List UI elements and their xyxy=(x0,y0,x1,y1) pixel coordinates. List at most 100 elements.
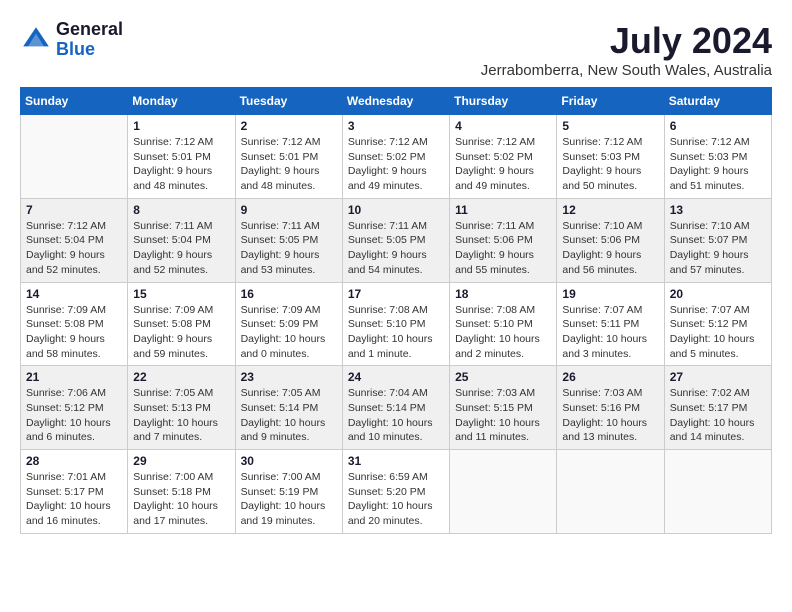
day-info: Sunrise: 7:08 AMSunset: 5:10 PMDaylight:… xyxy=(455,303,551,362)
day-number: 7 xyxy=(26,203,122,217)
day-info: Sunrise: 7:09 AMSunset: 5:08 PMDaylight:… xyxy=(133,303,229,362)
calendar-cell xyxy=(450,450,557,534)
calendar-cell: 22 Sunrise: 7:05 AMSunset: 5:13 PMDayligh… xyxy=(128,366,235,450)
calendar-table: SundayMondayTuesdayWednesdayThursdayFrid… xyxy=(20,87,772,534)
calendar-week-row: 7 Sunrise: 7:12 AMSunset: 5:04 PMDaylight… xyxy=(21,198,772,282)
day-info: Sunrise: 7:03 AMSunset: 5:15 PMDaylight:… xyxy=(455,386,551,445)
logo: General Blue xyxy=(20,20,123,60)
logo-general: General xyxy=(56,20,123,40)
day-info: Sunrise: 6:59 AMSunset: 5:20 PMDaylight:… xyxy=(348,470,444,529)
weekday-header: Saturday xyxy=(664,88,771,115)
day-number: 17 xyxy=(348,287,444,301)
calendar-cell xyxy=(664,450,771,534)
calendar-cell: 12 Sunrise: 7:10 AMSunset: 5:06 PMDayligh… xyxy=(557,198,664,282)
calendar-cell: 11Sunrise: 7:11 AMSunset: 5:06 PMDayligh… xyxy=(450,198,557,282)
weekday-header: Friday xyxy=(557,88,664,115)
day-info: Sunrise: 7:09 AMSunset: 5:08 PMDaylight:… xyxy=(26,303,122,362)
day-info: Sunrise: 7:11 AMSunset: 5:05 PMDaylight:… xyxy=(348,219,444,278)
calendar-header-row: SundayMondayTuesdayWednesdayThursdayFrid… xyxy=(21,88,772,115)
calendar-cell: 31Sunrise: 6:59 AMSunset: 5:20 PMDayligh… xyxy=(342,450,449,534)
day-number: 1 xyxy=(133,119,229,133)
day-info: Sunrise: 7:02 AMSunset: 5:17 PMDaylight:… xyxy=(670,386,766,445)
calendar-week-row: 21 Sunrise: 7:06 AMSunset: 5:12 PMDayligh… xyxy=(21,366,772,450)
day-number: 30 xyxy=(241,454,337,468)
day-info: Sunrise: 7:05 AMSunset: 5:13 PMDaylight:… xyxy=(133,386,229,445)
day-info: Sunrise: 7:01 AMSunset: 5:17 PMDaylight:… xyxy=(26,470,122,529)
calendar-cell: 16 Sunrise: 7:09 AMSunset: 5:09 PMDayligh… xyxy=(235,282,342,366)
location: Jerrabomberra, New South Wales, Australi… xyxy=(481,62,772,79)
day-info: Sunrise: 7:07 AMSunset: 5:12 PMDaylight:… xyxy=(670,303,766,362)
day-number: 6 xyxy=(670,119,766,133)
day-info: Sunrise: 7:09 AMSunset: 5:09 PMDaylight:… xyxy=(241,303,337,362)
day-info: Sunrise: 7:04 AMSunset: 5:14 PMDaylight:… xyxy=(348,386,444,445)
calendar-cell: 24 Sunrise: 7:04 AMSunset: 5:14 PMDayligh… xyxy=(342,366,449,450)
day-info: Sunrise: 7:12 AMSunset: 5:03 PMDaylight:… xyxy=(670,135,766,194)
day-info: Sunrise: 7:12 AMSunset: 5:03 PMDaylight:… xyxy=(562,135,658,194)
day-number: 5 xyxy=(562,119,658,133)
day-number: 20 xyxy=(670,287,766,301)
calendar-cell: 6 Sunrise: 7:12 AMSunset: 5:03 PMDaylight… xyxy=(664,115,771,199)
page-header: General Blue July 2024 Jerrabomberra, Ne… xyxy=(20,20,772,79)
calendar-cell: 1 Sunrise: 7:12 AMSunset: 5:01 PMDaylight… xyxy=(128,115,235,199)
day-info: Sunrise: 7:06 AMSunset: 5:12 PMDaylight:… xyxy=(26,386,122,445)
day-number: 29 xyxy=(133,454,229,468)
day-number: 14 xyxy=(26,287,122,301)
calendar-cell xyxy=(557,450,664,534)
calendar-cell: 27 Sunrise: 7:02 AMSunset: 5:17 PMDayligh… xyxy=(664,366,771,450)
day-number: 16 xyxy=(241,287,337,301)
day-number: 13 xyxy=(670,203,766,217)
day-number: 25 xyxy=(455,370,551,384)
day-info: Sunrise: 7:00 AMSunset: 5:18 PMDaylight:… xyxy=(133,470,229,529)
day-info: Sunrise: 7:12 AMSunset: 5:01 PMDaylight:… xyxy=(241,135,337,194)
day-info: Sunrise: 7:12 AMSunset: 5:02 PMDaylight:… xyxy=(455,135,551,194)
day-number: 23 xyxy=(241,370,337,384)
day-number: 8 xyxy=(133,203,229,217)
calendar-week-row: 1 Sunrise: 7:12 AMSunset: 5:01 PMDaylight… xyxy=(21,115,772,199)
day-number: 28 xyxy=(26,454,122,468)
calendar-cell: 20 Sunrise: 7:07 AMSunset: 5:12 PMDayligh… xyxy=(664,282,771,366)
calendar-cell: 17 Sunrise: 7:08 AMSunset: 5:10 PMDayligh… xyxy=(342,282,449,366)
day-info: Sunrise: 7:11 AMSunset: 5:04 PMDaylight:… xyxy=(133,219,229,278)
calendar-cell: 8 Sunrise: 7:11 AMSunset: 5:04 PMDaylight… xyxy=(128,198,235,282)
day-number: 2 xyxy=(241,119,337,133)
logo-text: General Blue xyxy=(56,20,123,60)
day-info: Sunrise: 7:03 AMSunset: 5:16 PMDaylight:… xyxy=(562,386,658,445)
day-number: 12 xyxy=(562,203,658,217)
day-info: Sunrise: 7:10 AMSunset: 5:06 PMDaylight:… xyxy=(562,219,658,278)
calendar-cell: 7 Sunrise: 7:12 AMSunset: 5:04 PMDaylight… xyxy=(21,198,128,282)
day-info: Sunrise: 7:12 AMSunset: 5:04 PMDaylight:… xyxy=(26,219,122,278)
day-number: 10 xyxy=(348,203,444,217)
day-info: Sunrise: 7:10 AMSunset: 5:07 PMDaylight:… xyxy=(670,219,766,278)
day-number: 4 xyxy=(455,119,551,133)
logo-blue: Blue xyxy=(56,40,123,60)
weekday-header: Monday xyxy=(128,88,235,115)
day-number: 19 xyxy=(562,287,658,301)
calendar-cell: 25 Sunrise: 7:03 AMSunset: 5:15 PMDayligh… xyxy=(450,366,557,450)
day-info: Sunrise: 7:07 AMSunset: 5:11 PMDaylight:… xyxy=(562,303,658,362)
day-info: Sunrise: 7:05 AMSunset: 5:14 PMDaylight:… xyxy=(241,386,337,445)
calendar-cell: 14 Sunrise: 7:09 AMSunset: 5:08 PMDayligh… xyxy=(21,282,128,366)
title-block: July 2024 Jerrabomberra, New South Wales… xyxy=(481,20,772,79)
calendar-cell: 29 Sunrise: 7:00 AMSunset: 5:18 PMDayligh… xyxy=(128,450,235,534)
day-number: 24 xyxy=(348,370,444,384)
calendar-cell: 19 Sunrise: 7:07 AMSunset: 5:11 PMDayligh… xyxy=(557,282,664,366)
calendar-cell: 23 Sunrise: 7:05 AMSunset: 5:14 PMDayligh… xyxy=(235,366,342,450)
day-info: Sunrise: 7:08 AMSunset: 5:10 PMDaylight:… xyxy=(348,303,444,362)
day-number: 11 xyxy=(455,203,551,217)
calendar-cell: 9 Sunrise: 7:11 AMSunset: 5:05 PMDaylight… xyxy=(235,198,342,282)
logo-icon xyxy=(20,24,52,56)
day-number: 27 xyxy=(670,370,766,384)
day-number: 18 xyxy=(455,287,551,301)
day-number: 21 xyxy=(26,370,122,384)
calendar-cell: 4 Sunrise: 7:12 AMSunset: 5:02 PMDaylight… xyxy=(450,115,557,199)
day-info: Sunrise: 7:11 AMSunset: 5:05 PMDaylight:… xyxy=(241,219,337,278)
day-info: Sunrise: 7:12 AMSunset: 5:01 PMDaylight:… xyxy=(133,135,229,194)
month-title: July 2024 xyxy=(481,20,772,62)
day-number: 22 xyxy=(133,370,229,384)
weekday-header: Wednesday xyxy=(342,88,449,115)
calendar-week-row: 28 Sunrise: 7:01 AMSunset: 5:17 PMDayligh… xyxy=(21,450,772,534)
day-number: 9 xyxy=(241,203,337,217)
calendar-cell: 10 Sunrise: 7:11 AMSunset: 5:05 PMDayligh… xyxy=(342,198,449,282)
day-info: Sunrise: 7:12 AMSunset: 5:02 PMDaylight:… xyxy=(348,135,444,194)
weekday-header: Tuesday xyxy=(235,88,342,115)
